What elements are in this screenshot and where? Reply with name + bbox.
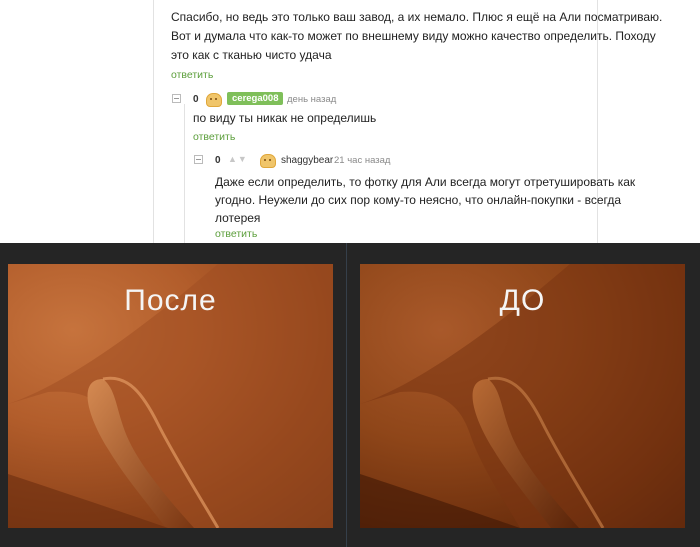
- reply-link[interactable]: ответить: [171, 69, 213, 81]
- comment-text-line: по виду ты никак не определишь: [193, 111, 377, 125]
- vote-arrows-icon[interactable]: ▲▼: [228, 154, 248, 164]
- comment-thread: Спасибо, но ведь это только ваш завод, а…: [0, 0, 700, 243]
- after-label: После: [124, 284, 217, 317]
- comment-text-line: Спасибо, но ведь это только ваш завод, а…: [171, 10, 663, 24]
- photo-divider: [346, 243, 347, 547]
- comment-time: день назад: [287, 94, 337, 105]
- avatar[interactable]: [260, 154, 276, 168]
- after-photo: После: [8, 264, 333, 528]
- comment-text-line: лотерея: [215, 211, 261, 225]
- username[interactable]: shaggybear: [281, 155, 333, 166]
- username-badge[interactable]: cerega008: [227, 92, 284, 105]
- photo-comparison: После ДО: [0, 243, 700, 547]
- reply-link[interactable]: ответить: [193, 131, 235, 143]
- comment-time: 21 час назад: [334, 155, 391, 166]
- comment-text-line: это как с тканью чисто удача: [171, 48, 332, 62]
- before-photo: ДО: [360, 264, 685, 528]
- comment-rating: 0: [215, 155, 221, 166]
- comment-text-line: угодно. Неужели до сих пор кому-то неясн…: [215, 193, 622, 207]
- collapse-icon[interactable]: [172, 94, 181, 103]
- reply-link[interactable]: ответить: [215, 228, 257, 240]
- comment-text-line: Даже если определить, то фотку для Али в…: [215, 175, 636, 189]
- comment-text-line: Вот и думала что как-то может по внешнем…: [171, 29, 656, 43]
- avatar[interactable]: [206, 93, 222, 107]
- thread-line: [153, 0, 154, 243]
- thread-line-nested: [184, 104, 185, 243]
- comment-rating: 0: [193, 94, 199, 105]
- collapse-icon[interactable]: [194, 155, 203, 164]
- before-label: ДО: [499, 284, 546, 317]
